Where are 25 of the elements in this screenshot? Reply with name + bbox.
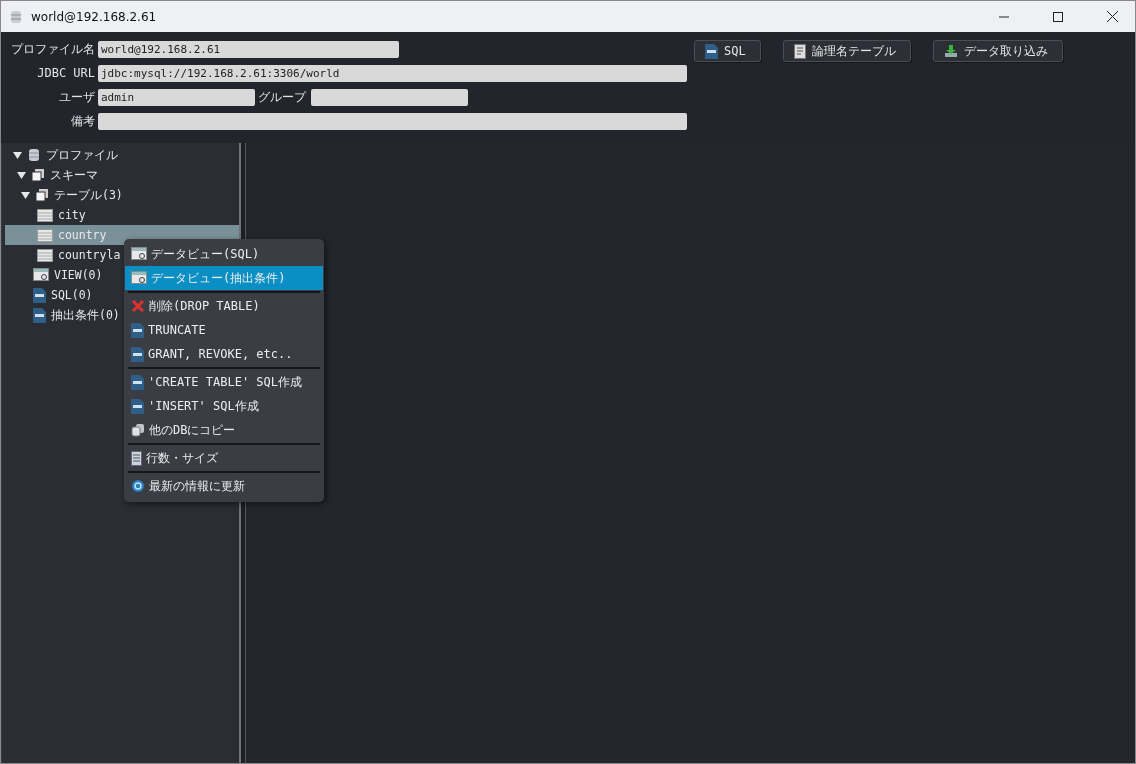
menu-item-label: 'INSERT' SQL作成 <box>148 397 259 415</box>
field-label: JDBC URL <box>36 66 95 80</box>
menu-item-label: 最新の情報に更新 <box>149 477 245 495</box>
menu-item-label: 削除(DROP TABLE) <box>149 297 260 315</box>
menu-item-label: TRUNCATE <box>148 323 206 337</box>
tree-item-label: プロファイル <box>46 147 118 163</box>
tree-item-label: テーブル(3) <box>54 187 123 203</box>
menu-item-label: 行数・サイズ <box>146 449 218 467</box>
tree-item-label: SQL(0) <box>51 288 93 302</box>
menu-item-label: データビュー(抽出条件) <box>151 269 286 287</box>
tree-item-label: country <box>58 228 107 242</box>
tree-item-label: 抽出条件(0) <box>51 307 120 323</box>
menu-item-label: 他のDBにコピー <box>149 421 236 439</box>
field-label: プロファイル名 <box>10 40 95 58</box>
field-label: 備考 <box>70 112 95 130</box>
field-label: ユーザ <box>58 88 95 106</box>
tree-item-label: スキーマ <box>50 167 98 183</box>
menu-item-label: 'CREATE TABLE' SQL作成 <box>148 373 303 391</box>
field-label: グループ <box>258 88 308 106</box>
tree-item-label: countryla <box>58 248 121 262</box>
tree-item-label: city <box>58 208 86 222</box>
menu-item-label: GRANT, REVOKE, etc.. <box>148 347 293 361</box>
menu-item-label: データビュー(SQL) <box>151 245 260 263</box>
window-title: world@192.168.2.61 <box>31 9 158 24</box>
tree-item-label: VIEW(0) <box>54 268 103 282</box>
